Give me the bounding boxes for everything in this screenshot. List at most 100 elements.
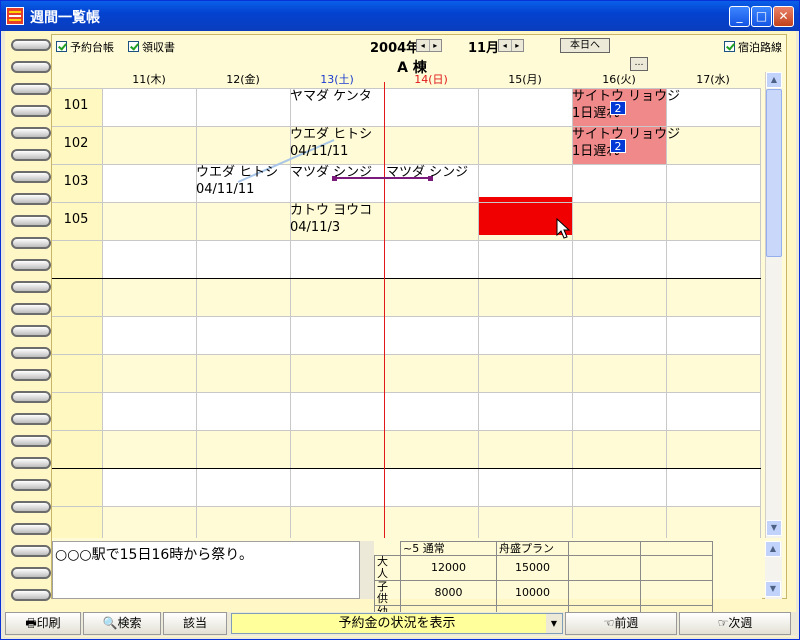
route-checkbox[interactable]: 宿泊路線 [724, 39, 782, 55]
prev-year-arrow-icon[interactable]: ◂ [417, 40, 430, 51]
binder-ring [11, 501, 51, 513]
rate-value[interactable]: 10000 [496, 580, 569, 606]
options-row: 予約台帳 領収書 2004年 ◂ ▸ 11月 ◂ ▸ 本日へ 宿泊路線 [52, 35, 788, 56]
booking-name[interactable]: マツダ シンジ [290, 164, 372, 181]
binder-ring [11, 413, 51, 425]
month-spinner[interactable]: ◂ ▸ [498, 39, 524, 52]
binder-ring [11, 523, 51, 535]
binder-ring [11, 61, 51, 73]
binder-ring [11, 347, 51, 359]
close-button[interactable]: ✕ [773, 6, 794, 27]
guest-count-badge: 2 [610, 135, 626, 154]
grid-scrollbar[interactable]: ▲ ▼ [765, 72, 782, 538]
scroll-up-icon[interactable]: ▲ [765, 541, 781, 557]
scroll-up-icon[interactable]: ▲ [766, 72, 782, 88]
binder-ring [11, 369, 51, 381]
binder-ring [11, 281, 51, 293]
binder-ring [11, 479, 51, 491]
window-title: 週間一覧帳 [30, 10, 100, 26]
binder-ring [11, 391, 51, 403]
search-icon: 🔍 [102, 616, 118, 630]
binder-ring [11, 457, 51, 469]
checkbox-icon [724, 41, 735, 52]
status-select-value: 予約金の状況を表示 [338, 616, 456, 631]
booking-name[interactable]: ウエダ ヒトシ [196, 164, 278, 181]
title-bar[interactable]: 週間一覧帳 _ □ ✕ [1, 1, 799, 31]
checkbox-icon [128, 41, 139, 52]
binder-ring [11, 589, 51, 601]
booking-name[interactable]: ヤマダ ケンタ [290, 88, 372, 105]
printer-icon: 🖶 [25, 616, 37, 630]
receipt-checkbox[interactable]: 領収書 [128, 39, 175, 55]
scroll-down-icon[interactable]: ▼ [765, 581, 781, 597]
memo-field[interactable]: ○○○駅で15日16時から祭り。 [52, 541, 360, 599]
week-grid[interactable]: 11(木) 12(金) 13(土) 14(日) 15(月) 16(火) 17(水) 101 … [52, 72, 761, 538]
binder-ring [11, 545, 51, 557]
rate-table: ~5 通常 舟盛プラン 大人 12000 15000 子供 8000 10000 [374, 541, 762, 631]
next-month-arrow-icon[interactable]: ▸ [512, 40, 524, 51]
match-button[interactable]: 該当 [163, 612, 227, 635]
bottom-toolbar: 🖶印刷 🔍検索 該当 予約金の状況を表示 ▼ ☜前週 ☞次週 [5, 612, 796, 636]
main-window: 週間一覧帳 _ □ ✕ 予約台帳 領収書 2004年 ◂ ▸ 11月 ◂ ▸ 本日へ… [0, 0, 800, 640]
next-week-button[interactable]: ☞次週 [679, 612, 791, 635]
binder-ring [11, 127, 51, 139]
year-label: 2004年 [370, 41, 420, 56]
prev-month-arrow-icon[interactable]: ◂ [499, 40, 512, 51]
binder-ring [11, 39, 51, 51]
count-badge: 2 [610, 101, 626, 115]
checkbox-icon [56, 41, 67, 52]
year-spinner[interactable]: ◂ ▸ [416, 39, 442, 52]
booking-date: 04/11/11 [290, 144, 349, 159]
search-button[interactable]: 🔍検索 [83, 612, 161, 635]
more-button[interactable]: … [630, 57, 648, 71]
point-right-icon: ☞ [717, 616, 729, 630]
rate-scrollbar[interactable]: ▲ ▼ [765, 541, 782, 599]
prev-week-label: 前週 [614, 616, 639, 630]
binder-ring [11, 105, 51, 117]
binder-rings [5, 31, 53, 607]
receipt-label: 領収書 [142, 41, 175, 54]
binder-ring [11, 435, 51, 447]
reserve-ledger-label: 予約台帳 [70, 41, 114, 54]
print-button[interactable]: 🖶印刷 [5, 612, 81, 635]
booking-name[interactable]: マツダ シンジ [386, 164, 468, 181]
binder-ring [11, 259, 51, 271]
route-label: 宿泊路線 [738, 41, 782, 54]
rate-header-row: ~5 通常 舟盛プラン [375, 541, 713, 556]
prev-week-button[interactable]: ☜前週 [565, 612, 677, 635]
next-week-label: 次週 [728, 616, 753, 630]
point-left-icon: ☜ [603, 616, 615, 630]
binder-ring [11, 215, 51, 227]
booking-date: 04/11/3 [290, 220, 341, 235]
dropdown-arrow-icon[interactable]: ▼ [546, 614, 562, 633]
rate-header-normal: ~5 通常 [400, 541, 497, 556]
today-button[interactable]: 本日へ [560, 38, 610, 53]
next-year-arrow-icon[interactable]: ▸ [430, 40, 442, 51]
rate-value[interactable]: 15000 [496, 555, 569, 581]
guest-count-badge: 2 [610, 97, 626, 116]
rate-row: 大人 12000 15000 [374, 555, 713, 581]
notebook-area: 予約台帳 領収書 2004年 ◂ ▸ 11月 ◂ ▸ 本日へ 宿泊路線 A 棟 … [5, 31, 796, 637]
status-select[interactable]: 予約金の状況を表示 ▼ [231, 613, 563, 634]
maximize-button[interactable]: □ [751, 6, 772, 27]
booking-date: 04/11/11 [196, 182, 255, 197]
booking-name[interactable]: カトウ ヨウコ [290, 202, 372, 219]
booking-name[interactable]: サイトウ リョウジ [572, 126, 680, 143]
scroll-down-icon[interactable]: ▼ [766, 520, 782, 536]
binder-ring [11, 149, 51, 161]
minimize-button[interactable]: _ [729, 6, 750, 27]
rate-value[interactable]: 8000 [400, 580, 497, 606]
rate-label: 子供 [374, 580, 401, 606]
booking-name[interactable]: ウエダ ヒトシ [290, 126, 372, 143]
rate-value[interactable]: 12000 [400, 555, 497, 581]
scroll-thumb[interactable] [766, 89, 782, 257]
mouse-cursor-icon [556, 218, 571, 239]
reserve-ledger-checkbox[interactable]: 予約台帳 [56, 39, 114, 55]
memo-scroll-strip [360, 541, 374, 599]
rate-label: 大人 [374, 555, 401, 581]
booking-name[interactable]: サイトウ リョウジ [572, 88, 680, 105]
week-page: 予約台帳 領収書 2004年 ◂ ▸ 11月 ◂ ▸ 本日へ 宿泊路線 A 棟 … [51, 34, 788, 631]
search-label: 検索 [117, 616, 142, 630]
month-label: 11月 [468, 41, 500, 56]
binder-ring [11, 325, 51, 337]
